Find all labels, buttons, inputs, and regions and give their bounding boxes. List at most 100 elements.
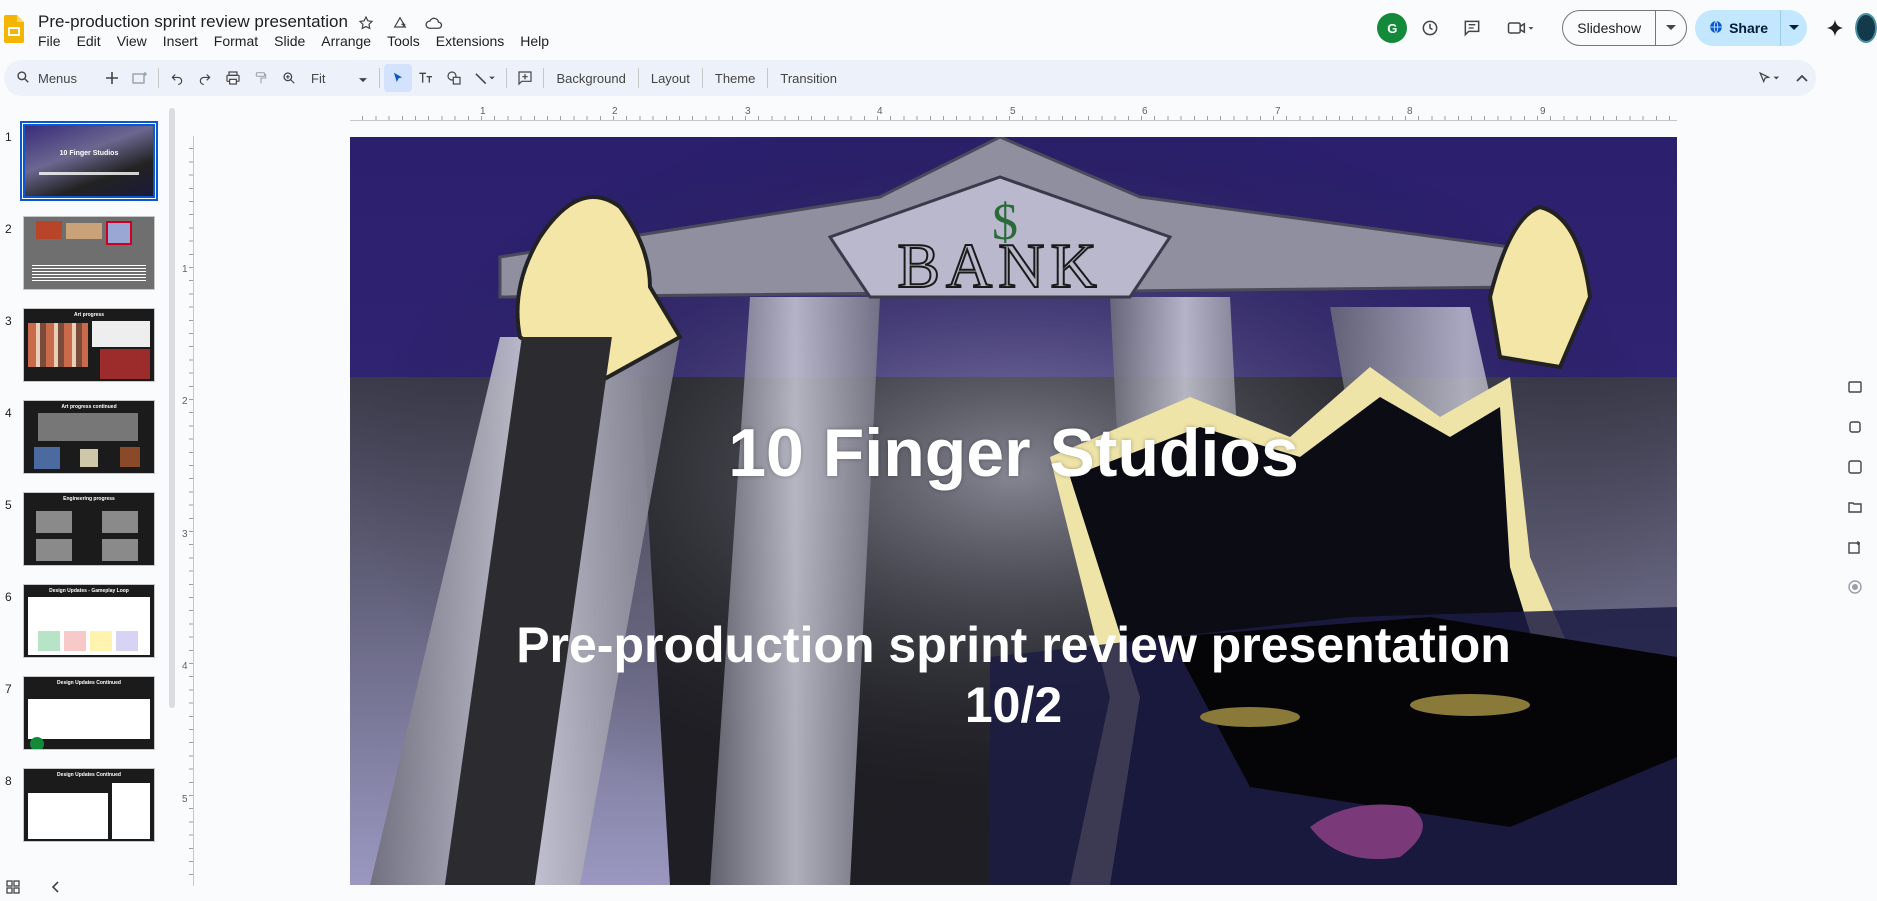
thumbnail-content bbox=[28, 597, 150, 655]
tasks-icon[interactable] bbox=[1848, 420, 1877, 460]
slide-number: 4 bbox=[5, 406, 12, 420]
layout-button[interactable]: Layout bbox=[643, 71, 698, 86]
menu-format[interactable]: Format bbox=[214, 33, 264, 49]
slide-thumbnail[interactable]: Art progress bbox=[23, 308, 155, 382]
slide-thumbnail[interactable] bbox=[23, 216, 155, 290]
ruler-mark: 8 bbox=[1407, 106, 1413, 117]
menu-arrange[interactable]: Arrange bbox=[321, 33, 377, 49]
shape-icon[interactable] bbox=[440, 64, 468, 92]
slide-title[interactable]: 10 Finger Studios bbox=[350, 414, 1677, 492]
share-label: Share bbox=[1729, 20, 1768, 36]
undo-icon[interactable] bbox=[163, 64, 191, 92]
cloud-saved-icon[interactable] bbox=[424, 13, 444, 33]
horizontal-ruler: 1 2 3 4 5 6 7 8 9 bbox=[350, 105, 1677, 121]
slide-thumbnail-row[interactable]: 8 Design Updates Continued bbox=[0, 766, 160, 844]
slideshow-button-group: Slideshow bbox=[1562, 10, 1688, 46]
slideshow-button[interactable]: Slideshow bbox=[1563, 11, 1657, 45]
slide-thumbnail[interactable]: Engineering progress bbox=[23, 492, 155, 566]
profile-avatar[interactable] bbox=[1855, 12, 1877, 44]
slide-thumbnail[interactable]: Art progress continued bbox=[23, 400, 155, 474]
slide-canvas[interactable]: BANK $ 10 Finger Studios Pre-production … bbox=[350, 137, 1677, 885]
slide-subtitle[interactable]: Pre-production sprint review presentatio… bbox=[350, 615, 1677, 735]
gemini-sparkle-icon[interactable] bbox=[1819, 12, 1851, 44]
line-icon[interactable] bbox=[468, 64, 502, 92]
meet-call-icon[interactable] bbox=[1498, 12, 1544, 44]
paint-format-icon[interactable] bbox=[247, 64, 275, 92]
ruler-mark: 1 bbox=[182, 264, 188, 275]
share-button[interactable]: Share bbox=[1695, 10, 1781, 46]
ruler-mark: 2 bbox=[612, 106, 618, 117]
ruler-mark: 2 bbox=[182, 396, 188, 407]
slide-thumbnail-title: Design Updates Continued bbox=[57, 772, 121, 778]
slide-thumbnail[interactable]: Design Updates - Gameplay Loop bbox=[23, 584, 155, 658]
slide-thumbnail-row[interactable]: 3 Art progress bbox=[0, 306, 160, 384]
comments-icon[interactable] bbox=[1456, 12, 1488, 44]
menu-slide[interactable]: Slide bbox=[274, 33, 311, 49]
background-button[interactable]: Background bbox=[548, 71, 633, 86]
slide-thumbnail-row[interactable]: 5 Engineering progress bbox=[0, 490, 160, 568]
thumbnail-image bbox=[80, 449, 98, 467]
slide-thumbnail-row[interactable]: 6 Design Updates - Gameplay Loop bbox=[0, 582, 160, 660]
add-comment-icon[interactable] bbox=[511, 64, 539, 92]
record-icon[interactable] bbox=[1848, 580, 1877, 620]
transition-button[interactable]: Transition bbox=[772, 71, 845, 86]
thumbnail-text-lines bbox=[32, 265, 146, 281]
collapse-toolbar-icon[interactable] bbox=[1788, 64, 1816, 92]
keep-icon[interactable] bbox=[1848, 380, 1877, 420]
toolbar-divider bbox=[543, 68, 545, 88]
filmstrip-scrollbar[interactable] bbox=[169, 108, 175, 708]
slide-background-illustration: BANK $ bbox=[350, 137, 1677, 885]
document-title[interactable]: Pre-production sprint review presentatio… bbox=[38, 12, 348, 32]
menu-insert[interactable]: Insert bbox=[163, 33, 204, 49]
slide-thumbnail[interactable]: Design Updates Continued bbox=[23, 768, 155, 842]
ruler-mark: 6 bbox=[1142, 106, 1148, 117]
print-icon[interactable] bbox=[219, 64, 247, 92]
toolbar-divider bbox=[701, 68, 703, 88]
new-slide-icon[interactable] bbox=[98, 64, 126, 92]
theme-button[interactable]: Theme bbox=[707, 71, 763, 86]
side-panel bbox=[1848, 380, 1877, 620]
slide-thumbnail-row[interactable]: 7 Design Updates Continued bbox=[0, 674, 160, 752]
new-slide-layout-icon[interactable] bbox=[126, 64, 154, 92]
star-icon[interactable] bbox=[356, 13, 376, 33]
menu-help[interactable]: Help bbox=[520, 33, 555, 49]
contacts-icon[interactable] bbox=[1848, 460, 1877, 500]
folder-icon[interactable] bbox=[1848, 500, 1877, 540]
redo-icon[interactable] bbox=[191, 64, 219, 92]
menus-search[interactable]: Menus bbox=[10, 65, 98, 91]
menu-view[interactable]: View bbox=[117, 33, 153, 49]
account-chip[interactable]: G bbox=[1376, 12, 1408, 44]
menu-tools[interactable]: Tools bbox=[387, 33, 426, 49]
collapse-filmstrip-icon[interactable] bbox=[50, 880, 60, 899]
slide-thumbnail[interactable]: 10 Finger Studios bbox=[20, 121, 158, 201]
google-slides-logo-icon[interactable] bbox=[4, 15, 24, 43]
slide-thumbnail[interactable]: Design Updates Continued bbox=[23, 676, 155, 750]
version-history-icon[interactable] bbox=[1414, 12, 1446, 44]
share-dropdown-icon[interactable] bbox=[1781, 10, 1807, 46]
slide-number: 6 bbox=[5, 590, 12, 604]
menu-extensions[interactable]: Extensions bbox=[436, 33, 510, 49]
select-tool-icon[interactable] bbox=[384, 64, 413, 92]
thumbnail-image bbox=[34, 447, 60, 469]
slideshow-dropdown-icon[interactable] bbox=[1656, 11, 1686, 45]
slide-thumbnail-row[interactable]: 4 Art progress continued bbox=[0, 398, 160, 476]
chevron-down-icon bbox=[359, 71, 368, 86]
collaborator-avatar bbox=[30, 737, 44, 749]
grid-view-icon[interactable] bbox=[6, 880, 20, 899]
zoom-icon[interactable] bbox=[275, 64, 303, 92]
zoom-select[interactable]: Fit bbox=[303, 71, 375, 86]
thumbnail-content bbox=[28, 793, 108, 839]
ruler-mark: 9 bbox=[1540, 106, 1546, 117]
ruler-mark: 4 bbox=[877, 106, 883, 117]
move-to-drive-icon[interactable] bbox=[390, 13, 410, 33]
menu-file[interactable]: File bbox=[38, 33, 67, 49]
text-box-icon[interactable] bbox=[412, 64, 440, 92]
thumbnail-image bbox=[36, 221, 62, 239]
toolbar-divider bbox=[767, 68, 769, 88]
slide-number: 7 bbox=[5, 682, 12, 696]
get-addons-icon[interactable] bbox=[1848, 540, 1877, 580]
menu-edit[interactable]: Edit bbox=[77, 33, 107, 49]
slide-thumbnail-row[interactable]: 1 10 Finger Studios bbox=[0, 121, 160, 201]
pen-tool-icon[interactable] bbox=[1752, 64, 1788, 92]
slide-thumbnail-row[interactable]: 2 bbox=[0, 214, 160, 292]
